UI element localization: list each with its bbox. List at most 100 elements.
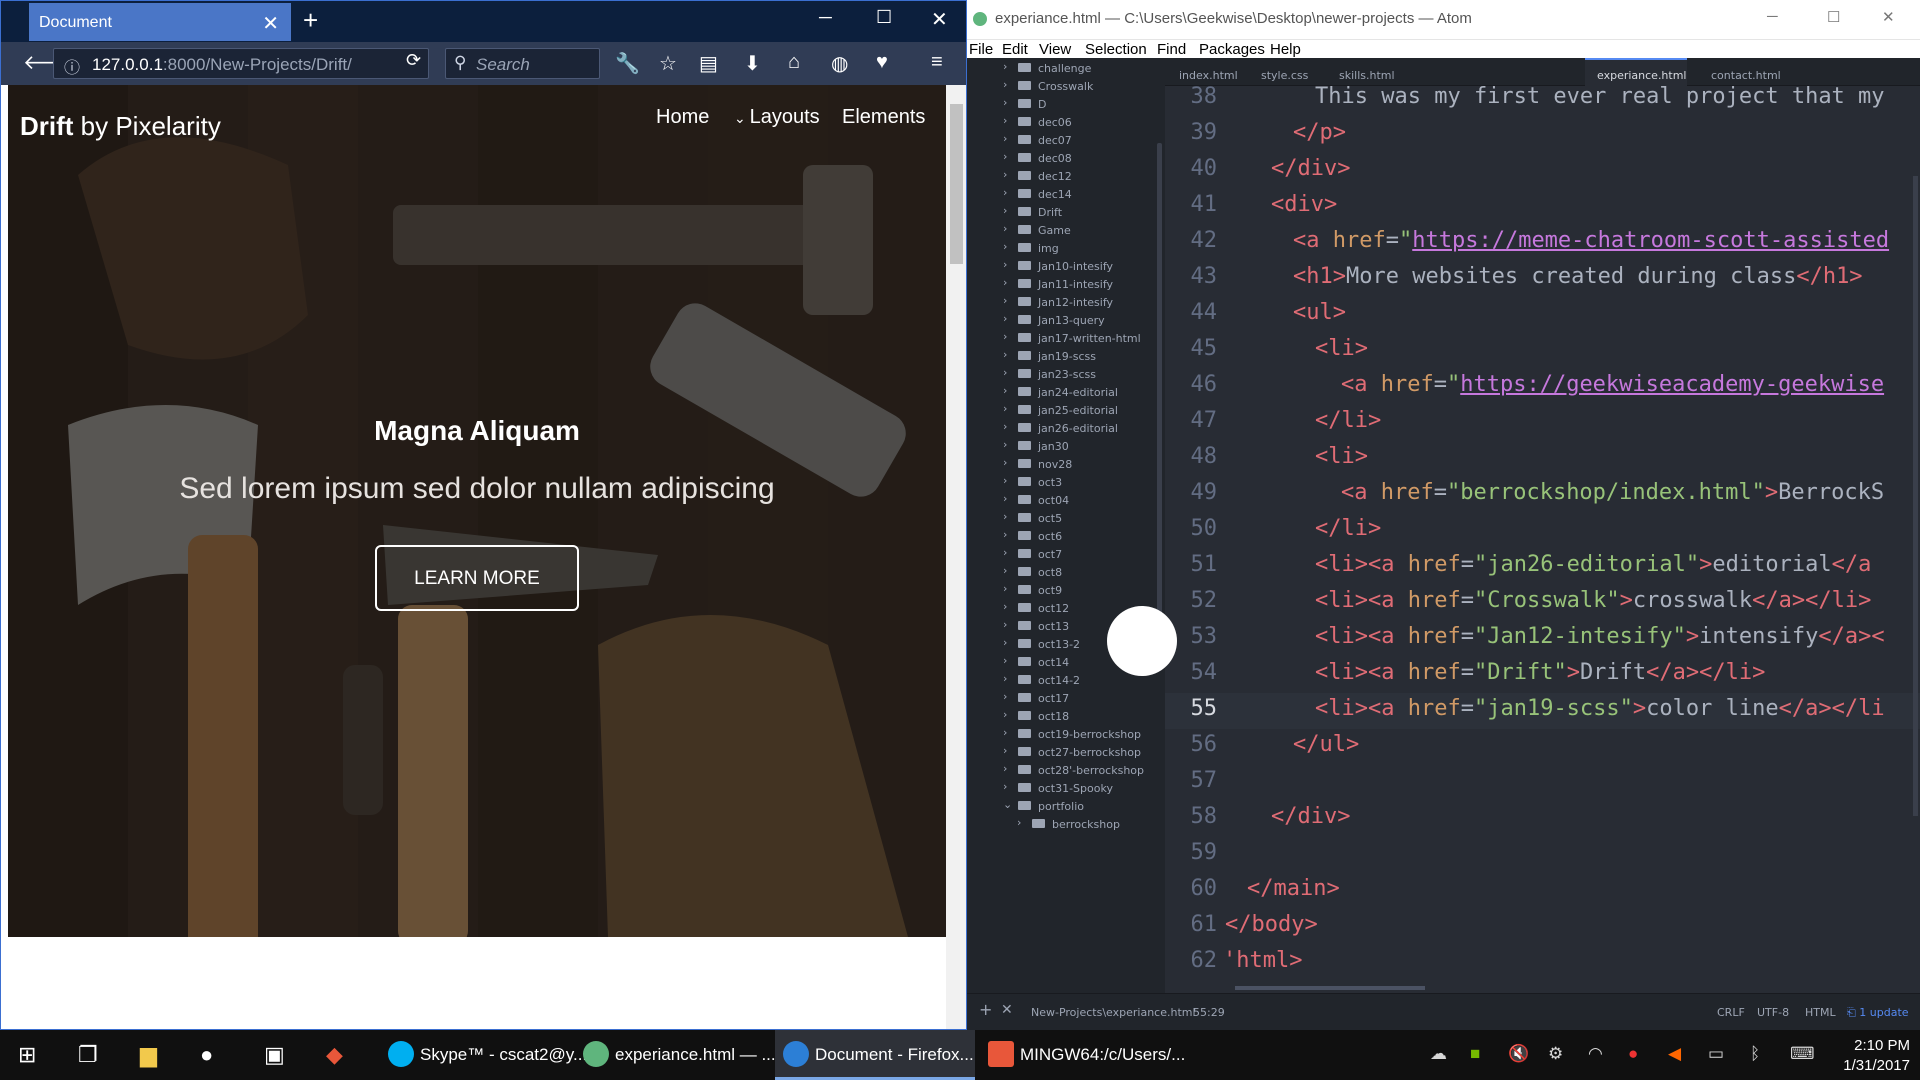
- nav-elements[interactable]: Elements: [842, 106, 925, 129]
- status-cursor-position[interactable]: 55:29: [1193, 1006, 1225, 1019]
- close-tab-icon[interactable]: ✕: [262, 11, 279, 36]
- system-clock[interactable]: 2:10 PM 1/31/2017: [1835, 1036, 1910, 1076]
- line-number: 43: [1190, 264, 1218, 289]
- menu-selection[interactable]: Selection: [1085, 41, 1147, 58]
- tree-scrollbar[interactable]: [1157, 143, 1162, 653]
- tree-folder-label: jan25-editorial: [1038, 404, 1118, 417]
- folder-icon: [1018, 657, 1031, 666]
- cloud-tray-icon[interactable]: ☁: [1430, 1044, 1447, 1064]
- steam-tray-icon[interactable]: ⚙: [1548, 1044, 1563, 1064]
- hero-section: Drift by Pixelarity Home ⌄ Layouts Eleme…: [8, 85, 946, 937]
- status-updates[interactable]: ⎗ 1 update: [1847, 1006, 1909, 1020]
- tree-folder-label: oct28'-berrockshop: [1038, 764, 1145, 777]
- scrollbar-thumb[interactable]: [950, 104, 963, 264]
- status-file-path[interactable]: New-Projects\experiance.html: [1031, 1006, 1196, 1019]
- taskbar-skype[interactable]: Skype™ - cscat2@y...: [380, 1030, 587, 1080]
- home-icon[interactable]: ⌂: [788, 51, 800, 74]
- chevron-right-icon: ›: [1003, 654, 1008, 667]
- status-grammar[interactable]: HTML: [1805, 1006, 1836, 1019]
- maximize-icon[interactable]: ☐: [1827, 8, 1840, 26]
- browser-tab-document[interactable]: Document ✕: [29, 3, 291, 41]
- line-number: 54: [1190, 660, 1218, 685]
- editor-horizontal-scrollbar[interactable]: [1235, 986, 1425, 990]
- menu-edit[interactable]: Edit: [1002, 41, 1028, 58]
- tree-folder-label: oct18: [1038, 710, 1070, 723]
- tab-contact-html[interactable]: contact.html: [1711, 69, 1781, 82]
- close-window-icon[interactable]: ✕: [1882, 8, 1895, 26]
- nvidia-tray-icon[interactable]: ■: [1470, 1044, 1480, 1064]
- git-icon[interactable]: ◆: [326, 1042, 343, 1068]
- code-line: 53 <li><a href="Jan12-intesify">intensify…: [1165, 621, 1920, 657]
- windows-start-icon[interactable]: ⊞: [18, 1042, 36, 1068]
- search-input[interactable]: ⚲ Search: [445, 48, 600, 79]
- hero-title: Magna Aliquam: [374, 415, 580, 446]
- code-editor[interactable]: 38 This was my first ever real project th…: [1165, 86, 1920, 993]
- line-number: 38: [1190, 86, 1218, 109]
- close-window-icon[interactable]: ✕: [931, 7, 948, 32]
- extension-icon[interactable]: ◍: [831, 51, 848, 76]
- tree-folder-label: Crosswalk: [1038, 80, 1094, 93]
- editor-vertical-scrollbar[interactable]: [1913, 176, 1918, 816]
- volume-muted-icon[interactable]: 🔇: [1508, 1044, 1529, 1064]
- site-brand[interactable]: Drift by Pixelarity: [20, 111, 221, 142]
- wifi-icon[interactable]: ◠: [1588, 1044, 1603, 1064]
- taskbar-atom[interactable]: experiance.html — ...: [575, 1030, 776, 1080]
- store-icon[interactable]: ▣: [264, 1042, 285, 1068]
- menu-file[interactable]: File: [969, 41, 993, 58]
- maximize-icon[interactable]: ☐: [876, 7, 892, 28]
- code-line: 58 </div>: [1165, 801, 1920, 837]
- folder-icon: [1018, 639, 1031, 648]
- tree-folder-label: D: [1038, 98, 1047, 111]
- tab-experiance-html[interactable]: experiance.html: [1597, 69, 1687, 82]
- github-icon[interactable]: ●: [200, 1042, 213, 1068]
- battery-icon[interactable]: ▭: [1708, 1044, 1724, 1064]
- page-scrollbar[interactable]: [946, 85, 966, 1029]
- nav-layouts[interactable]: ⌄ Layouts: [734, 106, 820, 129]
- hamburger-menu-icon[interactable]: ≡: [931, 51, 943, 74]
- chevron-right-icon: ›: [1003, 438, 1008, 451]
- folder-icon: [1018, 63, 1031, 72]
- download-icon[interactable]: ⬇: [744, 51, 761, 76]
- status-encoding[interactable]: UTF-8: [1757, 1006, 1789, 1019]
- learn-more-button[interactable]: LEARN MORE: [375, 545, 579, 611]
- minimize-icon[interactable]: ─: [819, 7, 832, 28]
- atom-window: experiance.html — C:\Users\Geekwise\Desk…: [967, 0, 1920, 1030]
- chevron-right-icon: ›: [1003, 96, 1008, 109]
- close-icon[interactable]: ✕: [1001, 1002, 1013, 1018]
- folder-icon: [1018, 189, 1031, 198]
- wrench-icon[interactable]: 🔧: [615, 51, 640, 76]
- minimize-icon[interactable]: ─: [1767, 8, 1778, 25]
- tab-style-css[interactable]: style.css: [1261, 69, 1308, 82]
- info-icon[interactable]: ⓘ: [64, 54, 80, 78]
- chevron-right-icon: ›: [1003, 348, 1008, 361]
- speaker-tray-icon[interactable]: ◀: [1668, 1044, 1681, 1064]
- chevron-right-icon: ›: [1003, 276, 1008, 289]
- add-icon[interactable]: +: [979, 1000, 992, 1019]
- status-updates-label: 1 update: [1859, 1006, 1909, 1019]
- app-tray-icon[interactable]: ●: [1628, 1044, 1638, 1064]
- tab-index-html[interactable]: index.html: [1179, 69, 1238, 82]
- menu-view[interactable]: View: [1039, 41, 1071, 58]
- url-bar[interactable]: ⓘ 127.0.0.1:8000/New-Projects/Drift/: [53, 48, 429, 79]
- tree-folder-label: oct13: [1038, 620, 1070, 633]
- atom-titlebar: experiance.html — C:\Users\Geekwise\Desk…: [967, 0, 1920, 39]
- taskbar-firefox[interactable]: Document - Firefox...: [775, 1030, 975, 1080]
- reader-list-icon[interactable]: ▤: [699, 51, 718, 76]
- reload-icon[interactable]: ⟳: [406, 50, 421, 71]
- taskbar-mingw[interactable]: MINGW64:/c/Users/...: [980, 1030, 1185, 1080]
- status-line-ending[interactable]: CRLF: [1717, 1006, 1745, 1019]
- task-view-icon[interactable]: ❐: [78, 1042, 98, 1068]
- pocket-icon[interactable]: ♥: [876, 51, 888, 74]
- folder-icon: [1018, 801, 1031, 810]
- bluetooth-icon[interactable]: ᛒ: [1750, 1044, 1760, 1064]
- file-explorer-icon[interactable]: ▆: [140, 1042, 157, 1068]
- menu-help[interactable]: Help: [1270, 41, 1301, 58]
- menu-packages[interactable]: Packages: [1199, 41, 1265, 58]
- tab-skills-html[interactable]: skills.html: [1339, 69, 1395, 82]
- bookmark-star-icon[interactable]: ☆: [659, 51, 677, 76]
- nav-home[interactable]: Home: [656, 106, 709, 129]
- tree-folder-label: jan24-editorial: [1038, 386, 1118, 399]
- new-tab-button[interactable]: +: [303, 5, 318, 36]
- keyboard-icon[interactable]: ⌨: [1790, 1044, 1815, 1064]
- menu-find[interactable]: Find: [1157, 41, 1186, 58]
